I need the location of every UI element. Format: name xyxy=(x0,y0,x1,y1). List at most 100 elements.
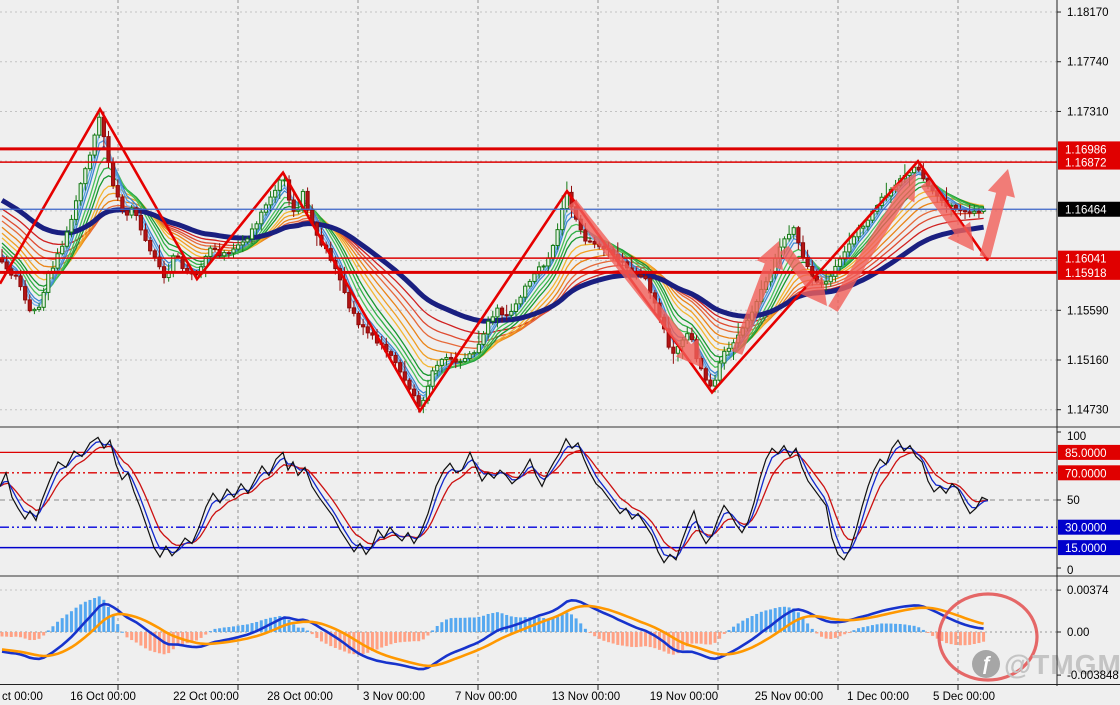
macd-histogram-bar xyxy=(940,632,944,642)
macd-histogram-bar xyxy=(593,632,597,637)
macd-histogram-bar xyxy=(421,632,425,640)
macd-histogram-bar xyxy=(148,632,152,651)
macd-histogram-bar xyxy=(241,624,245,632)
macd-histogram-bar xyxy=(945,632,949,644)
macd-histogram-bar xyxy=(23,632,27,639)
chart-canvas[interactable]: ƒ @TMGM1.181701.177401.173101.155901.1516… xyxy=(0,0,1120,705)
macd-histogram-bar xyxy=(838,632,842,637)
macd-histogram-bar xyxy=(403,632,407,642)
svg-text:15.0000: 15.0000 xyxy=(1065,543,1107,555)
macd-histogram-bar xyxy=(690,632,694,644)
macd-histogram-bar xyxy=(222,627,226,632)
svg-text:1.16464: 1.16464 xyxy=(1065,205,1107,217)
macd-histogram-bar xyxy=(574,618,578,632)
macd-histogram-bar xyxy=(509,616,513,632)
macd-histogram-bar xyxy=(556,617,560,632)
macd-histogram-bar xyxy=(958,632,962,646)
macd-histogram-bar xyxy=(394,632,398,643)
macd-histogram-bar xyxy=(315,632,319,638)
macd-histogram-bar xyxy=(46,630,50,632)
macd-histogram-bar xyxy=(611,632,615,644)
macd-histogram-bar xyxy=(74,607,78,632)
macd-histogram-bar xyxy=(157,632,161,654)
macd-histogram-bar xyxy=(954,632,958,645)
macd-histogram-bar xyxy=(579,623,583,632)
macd-histogram-bar xyxy=(199,632,203,638)
macd-histogram-bar xyxy=(472,617,476,632)
macd-histogram-bar xyxy=(824,632,828,639)
time-axis-label: 16 Oct 00:00 xyxy=(70,691,136,703)
macd-histogram-bar xyxy=(468,617,472,632)
macd-histogram-bar xyxy=(477,616,481,632)
trading-chart-window: ƒ @TMGM 1.18170 1.17740 1.17310 1.15590 1.1516… xyxy=(0,0,1120,705)
macd-histogram-bar xyxy=(0,632,4,637)
macd-histogram-bar xyxy=(83,601,87,632)
price-badge: 1.16464 xyxy=(1058,201,1120,217)
macd-axis-label: 0.00 xyxy=(1067,627,1089,639)
macd-histogram-bar xyxy=(560,614,564,632)
macd-histogram-bar xyxy=(713,632,717,643)
macd-histogram-bar xyxy=(139,632,143,646)
macd-histogram-bar xyxy=(130,632,134,641)
price-axis-label: 1.14730 xyxy=(1067,405,1109,417)
macd-histogram-bar xyxy=(505,614,509,632)
macd-histogram-bar xyxy=(120,631,124,633)
macd-histogram-bar xyxy=(903,624,907,632)
macd-histogram-bar xyxy=(5,632,9,637)
macd-histogram-bar xyxy=(19,632,23,638)
macd-histogram-bar xyxy=(65,614,69,632)
macd-histogram-bar xyxy=(398,632,402,643)
macd-histogram-bar xyxy=(889,623,893,632)
macd-histogram-bar xyxy=(843,632,847,635)
macd-histogram-bar xyxy=(607,632,611,643)
macd-histogram-bar xyxy=(440,622,444,632)
macd-histogram-bar xyxy=(736,623,740,632)
macd-histogram-bar xyxy=(759,611,763,632)
macd-histogram-bar xyxy=(28,632,32,641)
macd-histogram-bar xyxy=(56,621,60,632)
macd-histogram-bar xyxy=(486,613,490,632)
macd-histogram-bar xyxy=(417,632,421,642)
macd-histogram-bar xyxy=(125,632,129,638)
macd-histogram-bar xyxy=(769,609,773,632)
macd-histogram-bar xyxy=(389,632,393,645)
macd-histogram-bar xyxy=(921,629,925,632)
oscillator-badge: 30.0000 xyxy=(1058,519,1120,535)
macd-histogram-bar xyxy=(806,623,810,632)
macd-histogram-bar xyxy=(111,615,115,632)
macd-histogram-bar xyxy=(671,632,675,655)
macd-histogram-bar xyxy=(815,632,819,634)
svg-text:85.0000: 85.0000 xyxy=(1065,448,1107,460)
macd-histogram-bar xyxy=(583,628,587,632)
oscillator-badge: 85.0000 xyxy=(1058,444,1120,460)
macd-histogram-bar xyxy=(245,624,249,632)
macd-histogram-bar xyxy=(366,632,370,653)
macd-histogram-bar xyxy=(301,627,305,632)
time-axis-label: 1 Dec 00:00 xyxy=(847,691,909,703)
macd-histogram-bar xyxy=(745,618,749,632)
macd-histogram-bar xyxy=(37,632,41,639)
time-axis-label: 22 Oct 00:00 xyxy=(173,691,239,703)
macd-histogram-bar xyxy=(208,631,212,633)
macd-histogram-bar xyxy=(912,625,916,632)
time-axis-label: 7 Nov 00:00 xyxy=(455,691,517,703)
price-badge: 1.16041 xyxy=(1058,250,1120,266)
macd-histogram-bar xyxy=(227,627,231,632)
chart-background xyxy=(0,0,1120,705)
macd-histogram-bar xyxy=(463,617,467,632)
macd-histogram-bar xyxy=(917,627,921,632)
time-axis-label: 28 Oct 00:00 xyxy=(267,691,333,703)
macd-histogram-bar xyxy=(134,632,138,643)
macd-histogram-bar xyxy=(588,632,592,633)
macd-histogram-bar xyxy=(931,632,935,636)
price-badge: 1.16872 xyxy=(1058,154,1120,170)
svg-text:1.16041: 1.16041 xyxy=(1065,254,1107,266)
macd-histogram-bar xyxy=(894,623,898,632)
macd-histogram-bar xyxy=(14,632,18,637)
macd-histogram-bar xyxy=(861,627,865,632)
macd-histogram-bar xyxy=(972,632,976,645)
macd-histogram-bar xyxy=(333,632,337,648)
macd-histogram-bar xyxy=(968,632,972,645)
macd-histogram-bar xyxy=(319,632,323,642)
time-axis-label: 19 Nov 00:00 xyxy=(650,691,718,703)
